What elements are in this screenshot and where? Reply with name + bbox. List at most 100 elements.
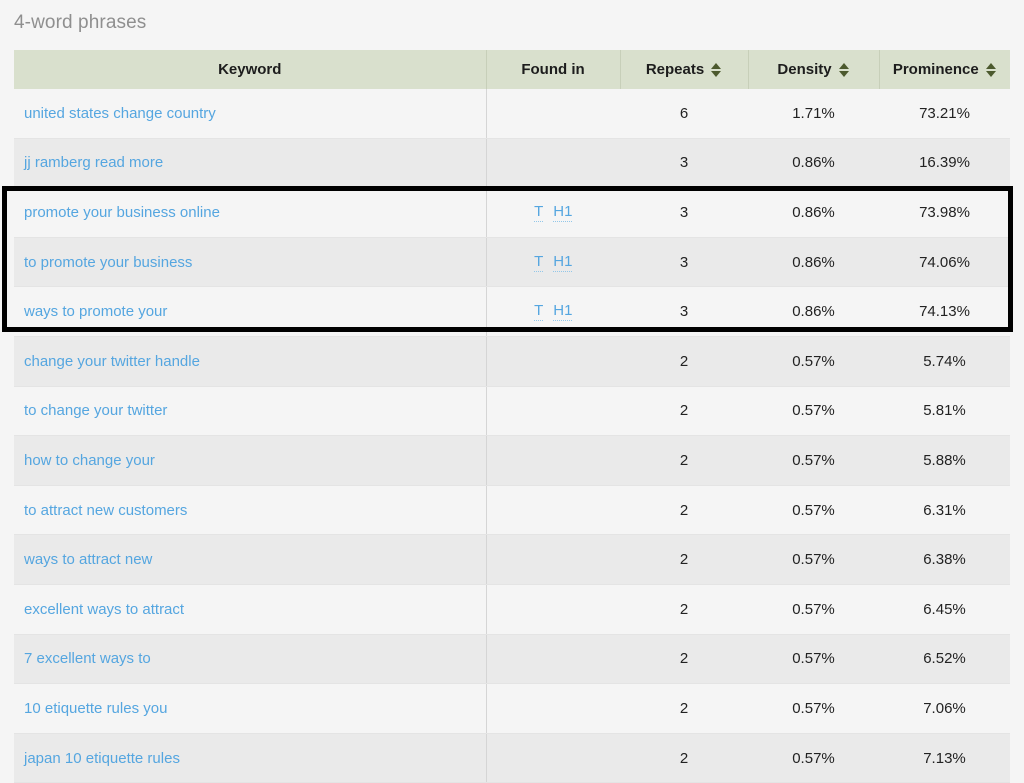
table-header: Keyword Found in Repeats Density Promine… — [14, 50, 1010, 89]
keyword-cell: ways to attract new — [14, 534, 487, 585]
column-header-repeats-label: Repeats — [645, 61, 705, 78]
found-in-cell — [486, 534, 620, 585]
table-row[interactable]: 7 excellent ways to 2 0.57% 6.52% — [14, 634, 1010, 685]
table-row[interactable]: to promote your business T H1 3 0.86% 74.06% — [14, 237, 1010, 288]
keyword-link[interactable]: how to change your — [24, 452, 155, 469]
found-in-cell — [486, 634, 620, 685]
table-row[interactable]: promote your business online T H1 3 0.86% 73.… — [14, 187, 1010, 238]
found-in-tag-h1[interactable]: H1 — [553, 253, 573, 272]
keyword-link[interactable]: japan 10 etiquette rules — [24, 750, 180, 767]
found-in-tag-h1[interactable]: H1 — [553, 203, 573, 222]
found-in-tag-h1[interactable]: H1 — [553, 302, 573, 322]
repeats-cell: 2 — [620, 683, 748, 734]
repeats-cell: 3 — [620, 286, 748, 337]
column-header-found-in-label: Found in — [521, 61, 585, 78]
found-in-tag-t[interactable]: T — [534, 302, 544, 322]
found-in-cell — [486, 89, 620, 139]
table-row[interactable]: japan 10 etiquette rules 2 0.57% 7.13% — [14, 733, 1010, 783]
column-header-prominence[interactable]: Prominence — [879, 50, 1010, 89]
density-cell: 0.57% — [748, 485, 879, 536]
prominence-cell: 5.88% — [879, 435, 1010, 486]
density-cell: 0.57% — [748, 634, 879, 685]
keyword-cell: jj ramberg read more — [14, 138, 487, 189]
table-row[interactable]: united states change country 6 1.71% 73.21% — [14, 89, 1010, 139]
keyword-cell: to promote your business — [14, 237, 487, 288]
keyword-link[interactable]: promote your business online — [24, 204, 220, 221]
found-in-cell — [486, 485, 620, 536]
keyword-link[interactable]: ways to promote your — [24, 303, 167, 320]
prominence-cell: 7.13% — [879, 733, 1010, 783]
density-cell: 0.86% — [748, 286, 879, 337]
table-row[interactable]: change your twitter handle 2 0.57% 5.74% — [14, 336, 1010, 387]
prominence-cell: 5.81% — [879, 386, 1010, 437]
found-in-tag-t[interactable]: T — [534, 253, 544, 272]
sort-updown-icon[interactable] — [711, 61, 722, 79]
table-row[interactable]: 10 etiquette rules you 2 0.57% 7.06% — [14, 683, 1010, 734]
keyword-table-container: Keyword Found in Repeats Density Promine… — [14, 50, 1010, 783]
found-in-cell — [486, 336, 620, 387]
found-in-cell: T H1 — [486, 237, 620, 288]
repeats-cell: 3 — [620, 187, 748, 238]
found-in-cell — [486, 733, 620, 783]
prominence-cell: 6.38% — [879, 534, 1010, 585]
table-row[interactable]: excellent ways to attract 2 0.57% 6.45% — [14, 584, 1010, 635]
column-header-keyword[interactable]: Keyword — [14, 50, 487, 89]
keyword-cell: united states change country — [14, 89, 487, 139]
density-cell: 0.57% — [748, 386, 879, 437]
prominence-cell: 74.13% — [879, 286, 1010, 337]
table-row[interactable]: to attract new customers 2 0.57% 6.31% — [14, 485, 1010, 536]
prominence-cell: 73.21% — [879, 89, 1010, 139]
keyword-cell: ways to promote your — [14, 286, 487, 337]
keyword-link[interactable]: united states change country — [24, 105, 216, 122]
found-in-cell — [486, 584, 620, 635]
column-header-found-in[interactable]: Found in — [486, 50, 621, 89]
keyword-link[interactable]: 7 excellent ways to — [24, 650, 151, 667]
density-cell: 0.57% — [748, 534, 879, 585]
keyword-cell: how to change your — [14, 435, 487, 486]
sort-updown-icon[interactable] — [985, 61, 997, 79]
found-in-tag-t[interactable]: T — [534, 203, 544, 222]
repeats-cell: 2 — [620, 733, 748, 783]
keyword-cell: to attract new customers — [14, 485, 487, 536]
found-in-cell — [486, 138, 620, 189]
repeats-cell: 6 — [620, 89, 748, 139]
keyword-table: Keyword Found in Repeats Density Promine… — [14, 50, 1010, 783]
table-row[interactable]: jj ramberg read more 3 0.86% 16.39% — [14, 138, 1010, 189]
column-header-density[interactable]: Density — [748, 50, 880, 89]
density-cell: 0.57% — [748, 733, 879, 783]
repeats-cell: 2 — [620, 386, 748, 437]
keyword-link[interactable]: to promote your business — [24, 254, 192, 271]
density-cell: 1.71% — [748, 89, 879, 139]
table-row[interactable]: how to change your 2 0.57% 5.88% — [14, 435, 1010, 486]
keyword-link[interactable]: ways to attract new — [24, 551, 152, 568]
repeats-cell: 2 — [620, 435, 748, 486]
keyword-cell: 7 excellent ways to — [14, 634, 487, 685]
keyword-link[interactable]: jj ramberg read more — [24, 154, 163, 171]
found-in-cell: T H1 — [486, 286, 620, 337]
keyword-link[interactable]: to change your twitter — [24, 402, 167, 419]
keyword-link[interactable]: 10 etiquette rules you — [24, 700, 167, 717]
prominence-cell: 7.06% — [879, 683, 1010, 734]
column-header-prominence-label: Prominence — [892, 61, 979, 78]
repeats-cell: 3 — [620, 138, 748, 189]
keyword-link[interactable]: excellent ways to attract — [24, 601, 184, 618]
found-in-tag-list: T H1 — [534, 203, 573, 222]
column-header-repeats[interactable]: Repeats — [620, 50, 749, 89]
prominence-cell: 6.31% — [879, 485, 1010, 536]
page-title: 4-word phrases — [14, 12, 147, 33]
keyword-link[interactable]: to attract new customers — [24, 502, 187, 519]
keyword-cell: excellent ways to attract — [14, 584, 487, 635]
table-row[interactable]: ways to promote your T H1 3 0.86% 74.13% — [14, 286, 1010, 337]
sort-updown-icon[interactable] — [838, 61, 850, 79]
density-cell: 0.57% — [748, 584, 879, 635]
column-header-density-label: Density — [777, 61, 832, 78]
table-row[interactable]: to change your twitter 2 0.57% 5.81% — [14, 386, 1010, 437]
repeats-cell: 3 — [620, 237, 748, 288]
table-header-row: Keyword Found in Repeats Density Promine… — [14, 50, 1010, 89]
repeats-cell: 2 — [620, 584, 748, 635]
table-row[interactable]: ways to attract new 2 0.57% 6.38% — [14, 534, 1010, 585]
keyword-link[interactable]: change your twitter handle — [24, 353, 200, 370]
prominence-cell: 6.45% — [879, 584, 1010, 635]
density-cell: 0.86% — [748, 138, 879, 189]
prominence-cell: 6.52% — [879, 634, 1010, 685]
